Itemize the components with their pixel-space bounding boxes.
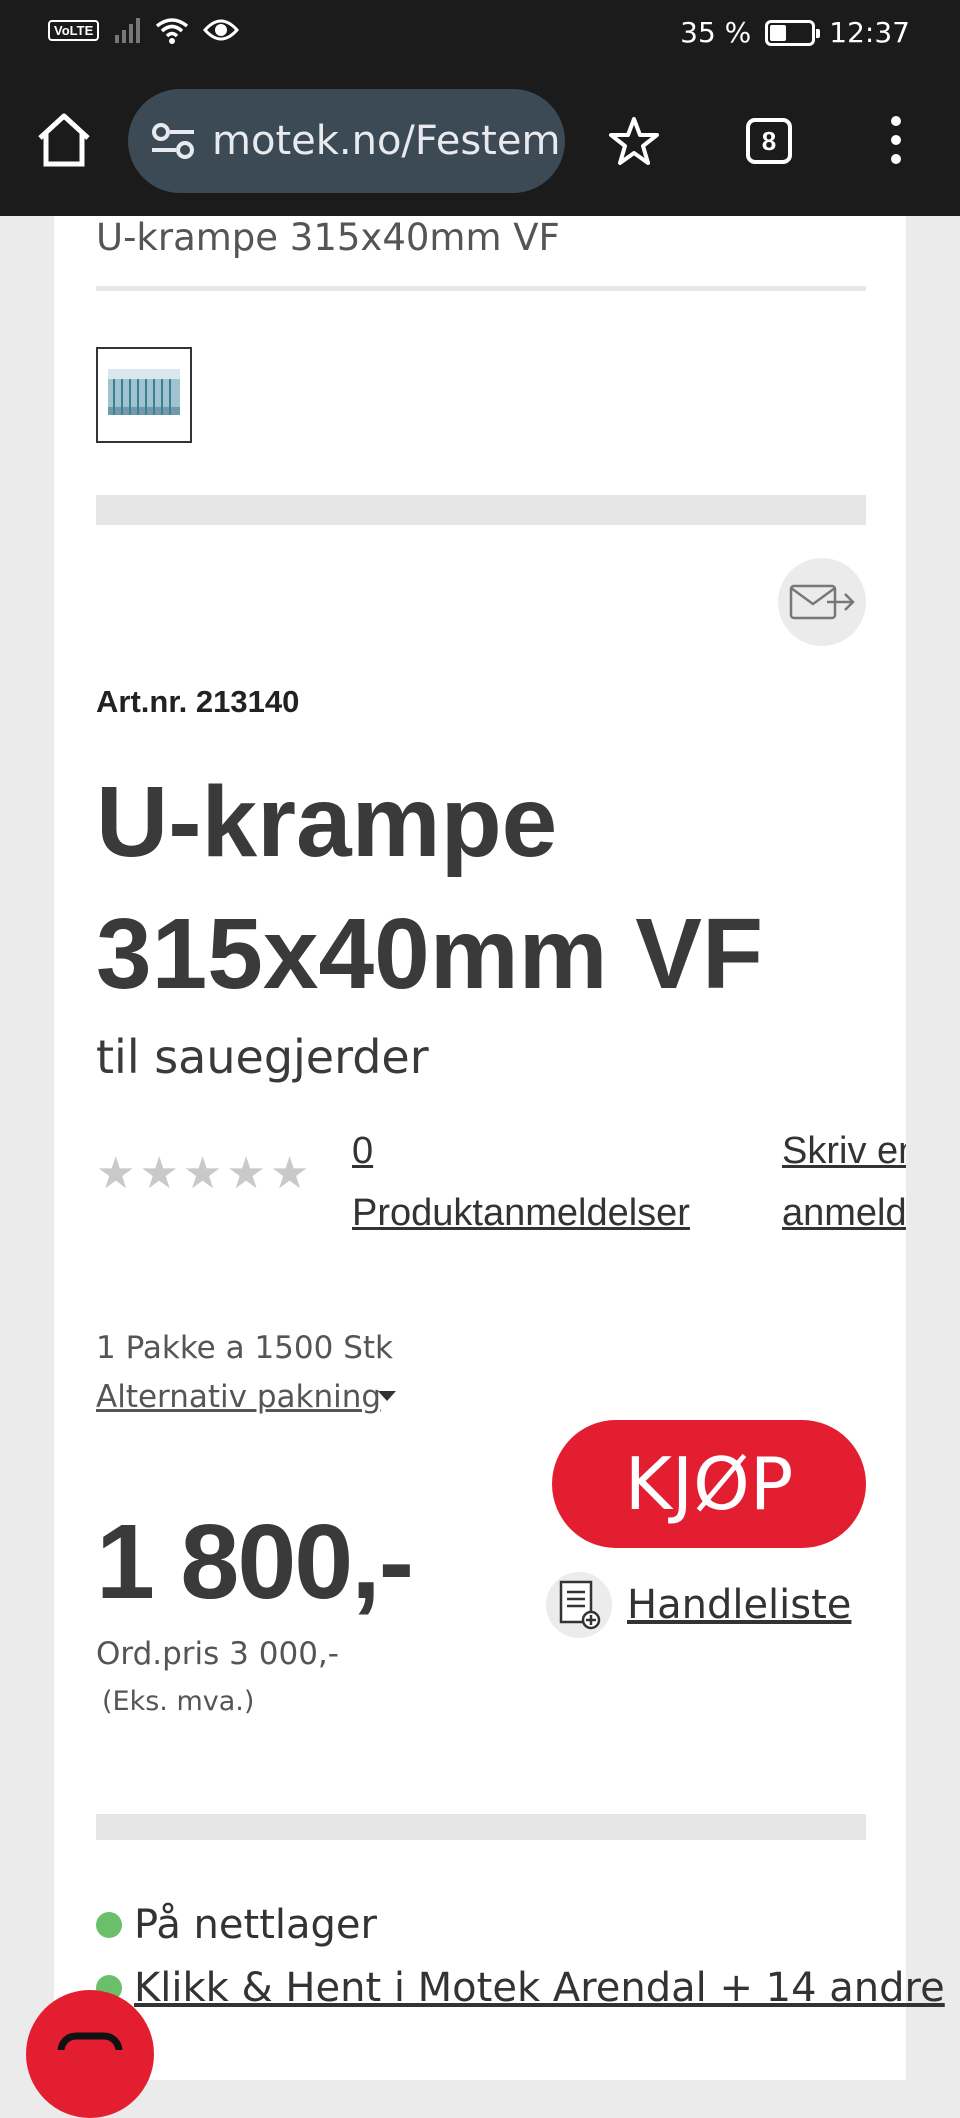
rating-stars: ★ ★ ★ ★ ★	[96, 1148, 309, 1199]
eye-icon	[203, 19, 240, 41]
page-header-title: U-krampe 315x40mm VF	[96, 216, 560, 259]
package-info: 1 Pakke a 1500 Stk	[96, 1330, 393, 1366]
status-icons-right: 35 % 12:37	[680, 16, 910, 49]
shopping-list-icon[interactable]	[546, 1572, 612, 1638]
reviews-label: Produktanmeldelser	[352, 1192, 690, 1234]
star-icon: ★	[182, 1149, 223, 1198]
battery-icon	[765, 19, 821, 46]
article-number: Art.nr. 213140	[96, 684, 300, 719]
battery-percent: 35 %	[680, 16, 752, 49]
home-icon[interactable]	[34, 112, 94, 168]
chevron-down-icon[interactable]	[378, 1391, 396, 1401]
signal-icon	[115, 18, 141, 43]
mail-send-icon	[789, 584, 855, 620]
product-thumbnail[interactable]	[96, 347, 192, 443]
stock-online: På nettlager	[96, 1902, 377, 1948]
write-review-line2: anmeldelse	[782, 1192, 906, 1234]
divider	[96, 286, 866, 291]
url-text: motek.no/Festem	[212, 118, 561, 164]
product-page: U-krampe 315x40mm VF Art.nr. 213140 U-kr…	[54, 216, 945, 2080]
alternative-package-dropdown[interactable]: Alternativ pakning	[96, 1379, 381, 1415]
more-menu-icon[interactable]	[884, 116, 908, 166]
staples-image	[108, 369, 180, 415]
shopping-list-link[interactable]: Handleliste	[627, 1582, 851, 1628]
product-subtitle: til sauegjerder	[96, 1030, 429, 1084]
share-email-button[interactable]	[778, 558, 866, 646]
product-title: U-krampe 315x40mm VF	[96, 766, 764, 1010]
section-divider	[96, 495, 866, 525]
star-icon: ★	[96, 1149, 136, 1198]
vat-note: (Eks. mva.)	[102, 1686, 255, 1717]
price: 1 800,-	[96, 1503, 414, 1621]
write-review-line1: Skriv en	[782, 1130, 906, 1172]
star-icon: ★	[139, 1149, 179, 1198]
clock: 12:37	[829, 16, 910, 49]
volte-icon: VoLTE	[48, 19, 100, 41]
stock-online-label: På nettlager	[134, 1902, 377, 1948]
write-review-link[interactable]: Skriv en anmeldelse	[782, 1120, 906, 1244]
stock-click-collect[interactable]: Klikk & Hent i Motek Arendal + 14 andre	[96, 1965, 945, 2011]
click-collect-link[interactable]: Klikk & Hent i Motek Arendal + 14 andre	[134, 1965, 945, 2011]
address-bar[interactable]: motek.no/Festem	[128, 89, 565, 193]
browser-toolbar: motek.no/Festem 8	[0, 66, 960, 216]
wifi-icon	[156, 18, 189, 44]
star-icon[interactable]	[608, 116, 660, 166]
reviews-link[interactable]: 0 Produktanmeldelser	[352, 1120, 690, 1244]
section-divider	[96, 1814, 866, 1840]
chat-button[interactable]	[26, 1990, 154, 2118]
tabs-button[interactable]: 8	[746, 118, 792, 164]
star-icon: ★	[226, 1149, 266, 1198]
status-bar: VoLTE 35 % 12:37	[0, 0, 960, 66]
status-icons-left: VoLTE	[48, 16, 240, 44]
buy-button[interactable]: KJØP	[552, 1420, 866, 1548]
site-settings-icon[interactable]	[150, 121, 196, 161]
ordinary-price: Ord.pris 3 000,-	[96, 1636, 339, 1672]
chat-icon	[57, 2032, 123, 2050]
review-count: 0	[352, 1130, 374, 1172]
star-icon: ★	[269, 1149, 310, 1198]
in-stock-dot-icon	[96, 1912, 122, 1938]
